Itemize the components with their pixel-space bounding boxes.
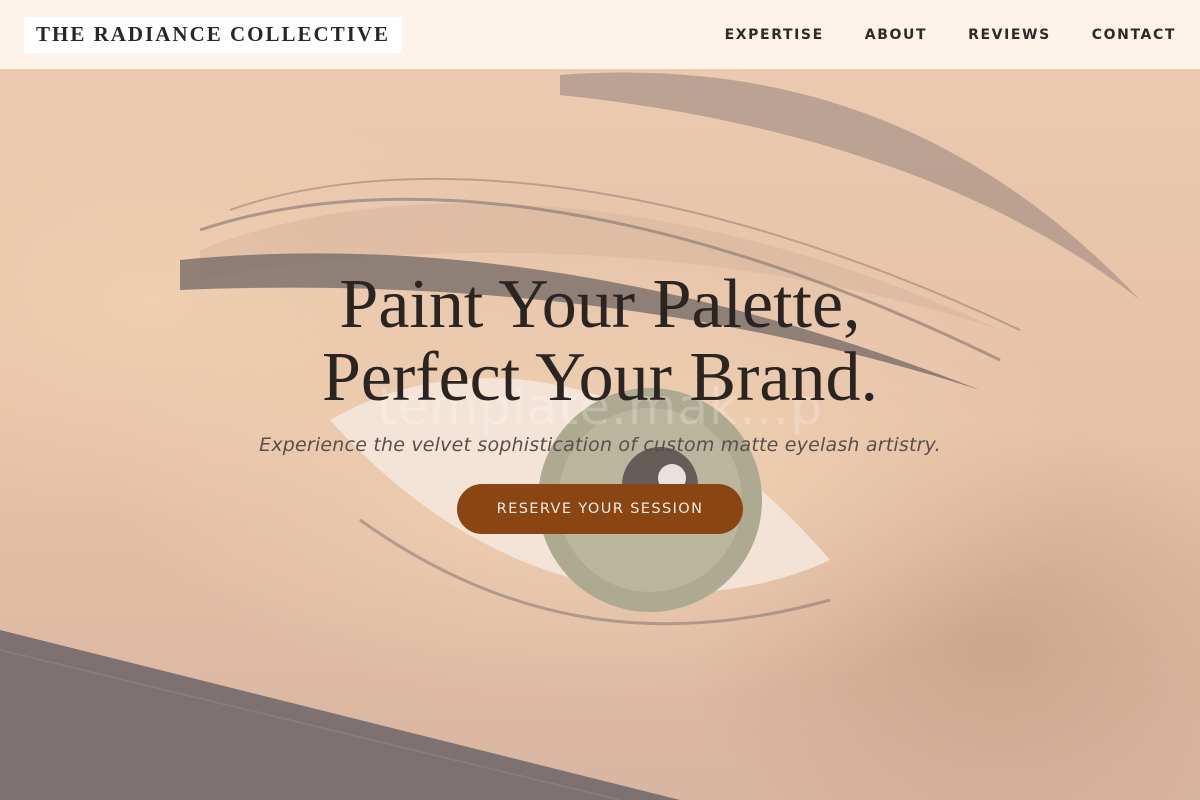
nav-item-expertise[interactable]: EXPERTISE [725,27,824,43]
nav-item-contact[interactable]: CONTACT [1092,27,1176,43]
hero-subtitle: Experience the velvet sophistication of … [259,434,941,456]
reserve-session-button[interactable]: RESERVE YOUR SESSION [457,484,743,534]
hero-headline: Paint Your Palette, Perfect Your Brand. [322,268,878,414]
headline-line-1: Paint Your Palette, [339,266,861,343]
nav-item-about[interactable]: ABOUT [865,27,927,43]
hero-section: Paint Your Palette, Perfect Your Brand. … [0,268,1200,534]
main-nav: EXPERTISE ABOUT REVIEWS CONTACT [725,27,1176,43]
brand-logo[interactable]: THE RADIANCE COLLECTIVE [24,16,403,53]
nav-item-reviews[interactable]: REVIEWS [968,27,1051,43]
site-header: THE RADIANCE COLLECTIVE EXPERTISE ABOUT … [0,0,1200,69]
headline-line-2: Perfect Your Brand. [321,339,879,416]
